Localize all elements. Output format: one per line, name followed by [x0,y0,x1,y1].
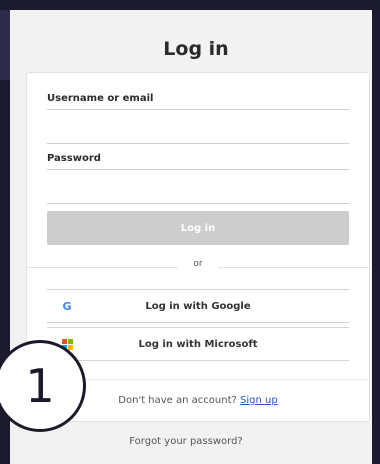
signup-link[interactable]: Sign up [240,395,278,406]
google-login-button[interactable]: G Log in with Google [47,289,349,323]
right-dark-border [372,10,380,464]
password-input[interactable] [47,177,349,199]
google-icon: G [62,299,72,313]
or-label: or [178,259,218,269]
signup-prompt: Don't have an account? [118,395,237,406]
page-title: Log in [163,38,229,60]
microsoft-login-button[interactable]: Log in with Microsoft [47,327,349,361]
forgot-password-link[interactable]: Forgot your password? [10,436,362,447]
password-label-underline [47,169,349,170]
login-button[interactable]: Log in [47,211,349,245]
username-label-underline [47,109,349,110]
username-input[interactable] [47,117,349,139]
google-login-label: Log in with Google [145,300,251,312]
top-dark-border [0,0,380,10]
username-input-underline [47,143,349,144]
password-label: Password [47,153,101,164]
username-label: Username or email [47,93,154,104]
password-input-underline [47,203,349,204]
login-panel: Log in Username or email Password Log in… [0,10,372,464]
microsoft-login-label: Log in with Microsoft [138,338,258,350]
